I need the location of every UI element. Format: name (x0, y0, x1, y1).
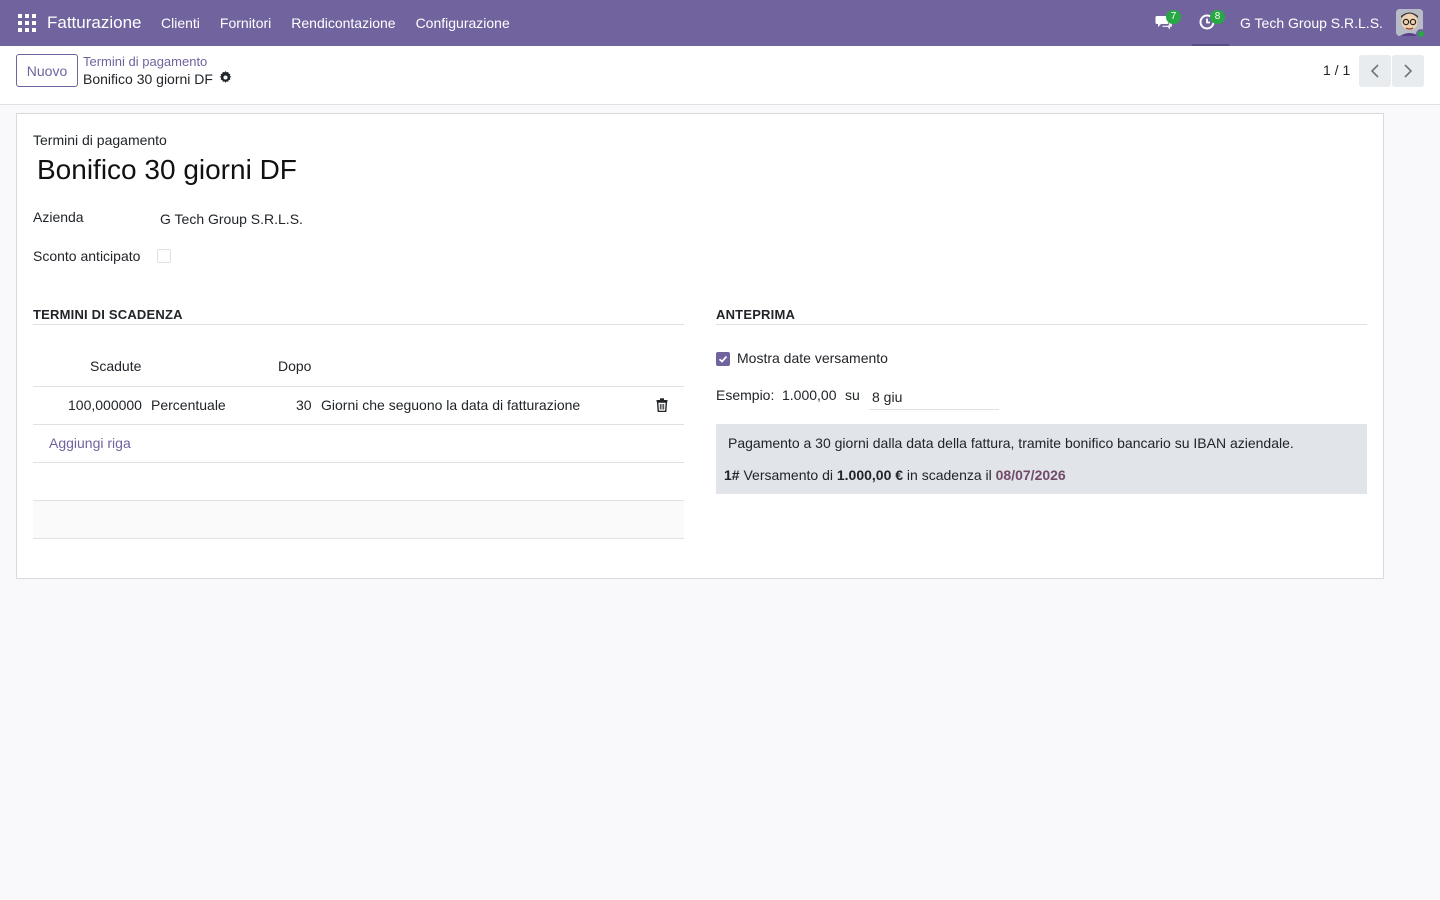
row-value[interactable]: 100,000000 (68, 397, 142, 413)
control-panel: Nuovo Termini di pagamento Bonifico 30 g… (0, 46, 1440, 105)
empty-row (33, 501, 684, 538)
apps-menu-icon[interactable] (18, 14, 36, 32)
empty-row (33, 463, 684, 500)
pager-next-button[interactable] (1392, 55, 1424, 87)
preview-box: Pagamento a 30 giorni dalla data della f… (716, 424, 1367, 494)
top-navbar: Fatturazione Clienti Fornitori Rendicont… (0, 0, 1440, 46)
early-discount-checkbox[interactable] (157, 249, 171, 263)
chevron-left-icon (1370, 64, 1379, 78)
company-field[interactable]: G Tech Group S.R.L.S. (160, 211, 303, 227)
trash-icon[interactable] (656, 398, 668, 413)
preview-section-divider (716, 324, 1367, 325)
online-status-icon (1416, 29, 1426, 39)
row-type[interactable]: Percentuale (151, 397, 226, 413)
example-amount[interactable]: 1.000,00 (782, 387, 837, 403)
breadcrumb-current: Bonifico 30 giorni DF (83, 71, 213, 87)
installment-due-date: 08/07/2026 (995, 467, 1066, 483)
early-discount-label: Sconto anticipato (33, 248, 141, 264)
show-dates-label[interactable]: Mostra date versamento (737, 350, 888, 366)
checkmark-icon (718, 355, 728, 363)
pager-previous-button[interactable] (1359, 55, 1391, 87)
record-type-label: Termini di pagamento (33, 132, 167, 148)
menu-item-rendicontazione[interactable]: Rendicontazione (291, 15, 395, 31)
show-dates-checkbox[interactable] (716, 352, 730, 366)
example-on-label: su (845, 387, 860, 403)
installment-text-2: in scadenza il (906, 467, 992, 483)
menu-item-configurazione[interactable]: Configurazione (416, 15, 510, 31)
app-name[interactable]: Fatturazione (47, 13, 142, 33)
main-menu: Clienti Fornitori Rendicontazione Config… (161, 15, 530, 31)
company-label: Azienda (33, 209, 84, 225)
preview-section-title: ANTEPRIMA (716, 307, 796, 322)
terms-section-title: TERMINI DI SCADENZA (33, 307, 183, 322)
pager-value[interactable]: 1 / 1 (1323, 62, 1350, 78)
installment-number: 1# (724, 467, 740, 483)
row-days[interactable]: 30 (296, 397, 312, 413)
messages-icon[interactable]: 7 (1155, 10, 1181, 31)
chevron-right-icon (1404, 64, 1413, 78)
table-header-divider (33, 386, 684, 387)
record-title[interactable]: Bonifico 30 giorni DF (37, 154, 297, 186)
activities-clock-icon[interactable]: 8 (1199, 10, 1225, 31)
installment-amount: 1.000,00 € (836, 467, 904, 483)
menu-item-clienti[interactable]: Clienti (161, 15, 200, 31)
gear-icon[interactable] (219, 71, 232, 84)
column-header-due[interactable]: Scadute (90, 358, 141, 374)
new-button[interactable]: Nuovo (16, 54, 78, 87)
messages-badge: 7 (1166, 10, 1181, 24)
installment-text-1: Versamento di (743, 467, 833, 483)
user-avatar[interactable] (1396, 9, 1426, 39)
row-condition[interactable]: Giorni che seguono la data di fatturazio… (321, 397, 580, 413)
form-sheet: Termini di pagamento Bonifico 30 giorni … (16, 113, 1384, 579)
example-label: Esempio: (716, 387, 775, 403)
add-line-link[interactable]: Aggiungi riga (49, 435, 131, 451)
terms-section-divider (33, 324, 684, 325)
preview-installment: 1# Versamento di 1.000,00 € in scadenza … (724, 467, 1066, 483)
company-switcher[interactable]: G Tech Group S.R.L.S. (1240, 15, 1383, 31)
example-date-input[interactable] (869, 384, 999, 410)
menu-item-fornitori[interactable]: Fornitori (220, 15, 271, 31)
activities-badge: 8 (1210, 10, 1225, 24)
row-divider (33, 424, 684, 425)
breadcrumb-parent[interactable]: Termini di pagamento (83, 54, 207, 69)
column-header-after[interactable]: Dopo (278, 358, 311, 374)
preview-note: Pagamento a 30 giorni dalla data della f… (728, 435, 1294, 451)
row-divider (33, 538, 684, 539)
